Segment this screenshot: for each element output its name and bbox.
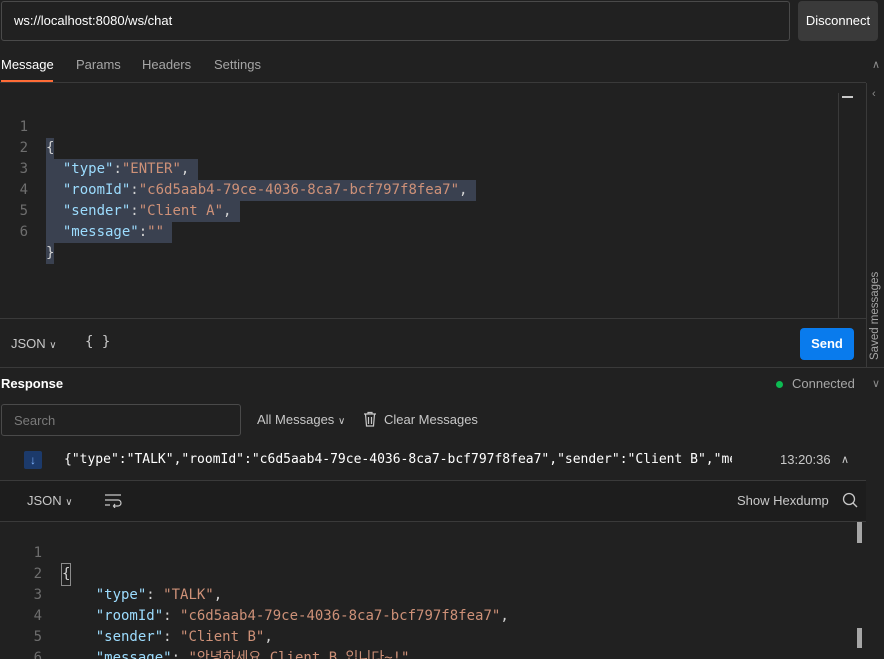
json-key: "type"	[95, 587, 147, 603]
response-title: Response	[1, 376, 64, 391]
viewer-line: 2 "type": "TALK",	[0, 543, 223, 603]
json-value: "Client A"	[138, 203, 224, 219]
viewer-line: 6 }	[0, 627, 42, 659]
format-select[interactable]: JSON ∨	[11, 336, 57, 351]
saved-messages-label[interactable]: Saved messages	[866, 60, 884, 360]
json-key: "message"	[62, 224, 139, 240]
line-number: 6	[19, 224, 28, 240]
code-text: "roomId": "c6d5aab4-79ce-4036-8ca7-bcf79…	[95, 608, 509, 624]
json-key: "roomId"	[95, 608, 164, 624]
divider	[0, 82, 866, 83]
chevron-down-icon: ∨	[49, 340, 57, 351]
code-text: }	[46, 243, 55, 264]
tab-headers[interactable]: Headers	[142, 57, 191, 79]
code-text: "type": "TALK",	[95, 587, 223, 603]
trash-icon[interactable]	[363, 411, 377, 427]
code-text: {	[60, 563, 72, 586]
divider	[0, 318, 866, 319]
viewer-format-label: JSON	[27, 493, 62, 508]
json-value: "c6d5aab4-79ce-4036-8ca7-bcf797f8fea7"	[138, 182, 460, 198]
json-value: ""	[147, 224, 165, 240]
message-timestamp: 13:20:36	[780, 452, 831, 467]
viewer-line: 3 "roomId": "c6d5aab4-79ce-4036-8ca7-bcf…	[0, 564, 509, 624]
json-punct: ,	[459, 182, 468, 198]
code-text: "roomId":"c6d5aab4-79ce-4036-8ca7-bcf797…	[46, 180, 476, 201]
json-key: "type"	[62, 161, 114, 177]
tab-params[interactable]: Params	[76, 57, 121, 79]
viewer-format-select[interactable]: JSON ∨	[27, 493, 73, 508]
viewer-line: 4 "sender": "Client B",	[0, 585, 273, 645]
json-value: "c6d5aab4-79ce-4036-8ca7-bcf797f8fea7"	[180, 608, 501, 624]
json-punct: ,	[213, 587, 223, 603]
code-text: {	[46, 138, 55, 159]
line-number: 6	[33, 650, 42, 659]
json-key: "sender"	[95, 629, 164, 645]
chevron-down-icon[interactable]: ∨	[872, 377, 880, 390]
editor-line: 5 "message":""	[0, 180, 173, 243]
websocket-url-input[interactable]: ws://localhost:8080/ws/chat	[1, 1, 790, 41]
chevron-down-icon: ∨	[337, 416, 346, 427]
chevron-down-icon: ∨	[65, 497, 73, 508]
json-punct: ,	[223, 203, 232, 219]
chevron-up-icon[interactable]: ∧	[841, 453, 849, 466]
incoming-arrow-icon: ↓	[24, 451, 42, 469]
send-button[interactable]: Send	[800, 328, 854, 360]
editor-line: 6 }	[0, 201, 55, 264]
json-value: "TALK"	[163, 587, 214, 603]
message-filter-select[interactable]: All Messages ∨	[257, 412, 345, 427]
message-preview[interactable]: {"type":"TALK","roomId":"c6d5aab4-79ce-4…	[64, 452, 732, 467]
search-icon[interactable]	[842, 492, 858, 508]
json-value: "안녕하세요 Client B 입니다~!"	[188, 650, 410, 659]
search-input[interactable]	[1, 404, 241, 436]
json-key: "roomId"	[62, 182, 131, 198]
editor-scrollbar[interactable]	[838, 93, 839, 318]
editor-line: 2 "type":"ENTER",	[0, 117, 198, 180]
viewer-line: 1 {	[0, 522, 72, 586]
beautify-button[interactable]: { }	[85, 334, 110, 350]
viewer-scrollbar[interactable]	[857, 522, 862, 543]
json-key: "sender"	[62, 203, 131, 219]
json-punct: ,	[264, 629, 273, 645]
divider	[0, 367, 884, 368]
minimize-icon[interactable]	[842, 96, 853, 98]
connection-status: Connected	[792, 376, 855, 391]
code-text: "type":"ENTER",	[46, 159, 198, 180]
code-text: "sender":"Client A",	[46, 201, 240, 222]
format-label: JSON	[11, 336, 46, 351]
filter-label: All Messages	[257, 412, 335, 427]
viewer-scrollbar[interactable]	[857, 628, 862, 648]
editor-line: 1 {	[0, 96, 55, 159]
json-value: "ENTER"	[121, 161, 181, 177]
status-dot-icon	[776, 381, 783, 388]
clear-messages-button[interactable]: Clear Messages	[384, 412, 478, 427]
editor-line: 4 "sender":"Client A",	[0, 159, 240, 222]
code-text: "message":""	[46, 222, 173, 243]
json-value: "Client B"	[180, 629, 265, 645]
code-text: "message": "안녕하세요 Client B 입니다~!"	[62, 648, 410, 659]
code-text: "sender": "Client B",	[95, 629, 273, 645]
tab-settings[interactable]: Settings	[214, 57, 261, 79]
json-key: "message"	[95, 650, 172, 659]
editor-line: 3 "roomId":"c6d5aab4-79ce-4036-8ca7-bcf7…	[0, 138, 476, 201]
viewer-line: 5 "message": "안녕하세요 Client B 입니다~!"	[0, 606, 410, 659]
show-hexdump-button[interactable]: Show Hexdump	[737, 493, 829, 508]
disconnect-button[interactable]: Disconnect	[798, 1, 878, 41]
wrap-lines-icon[interactable]	[104, 493, 122, 508]
json-punct: ,	[500, 608, 509, 624]
divider	[0, 521, 866, 522]
json-punct: ,	[180, 161, 190, 177]
tab-message[interactable]: Message	[1, 57, 54, 79]
